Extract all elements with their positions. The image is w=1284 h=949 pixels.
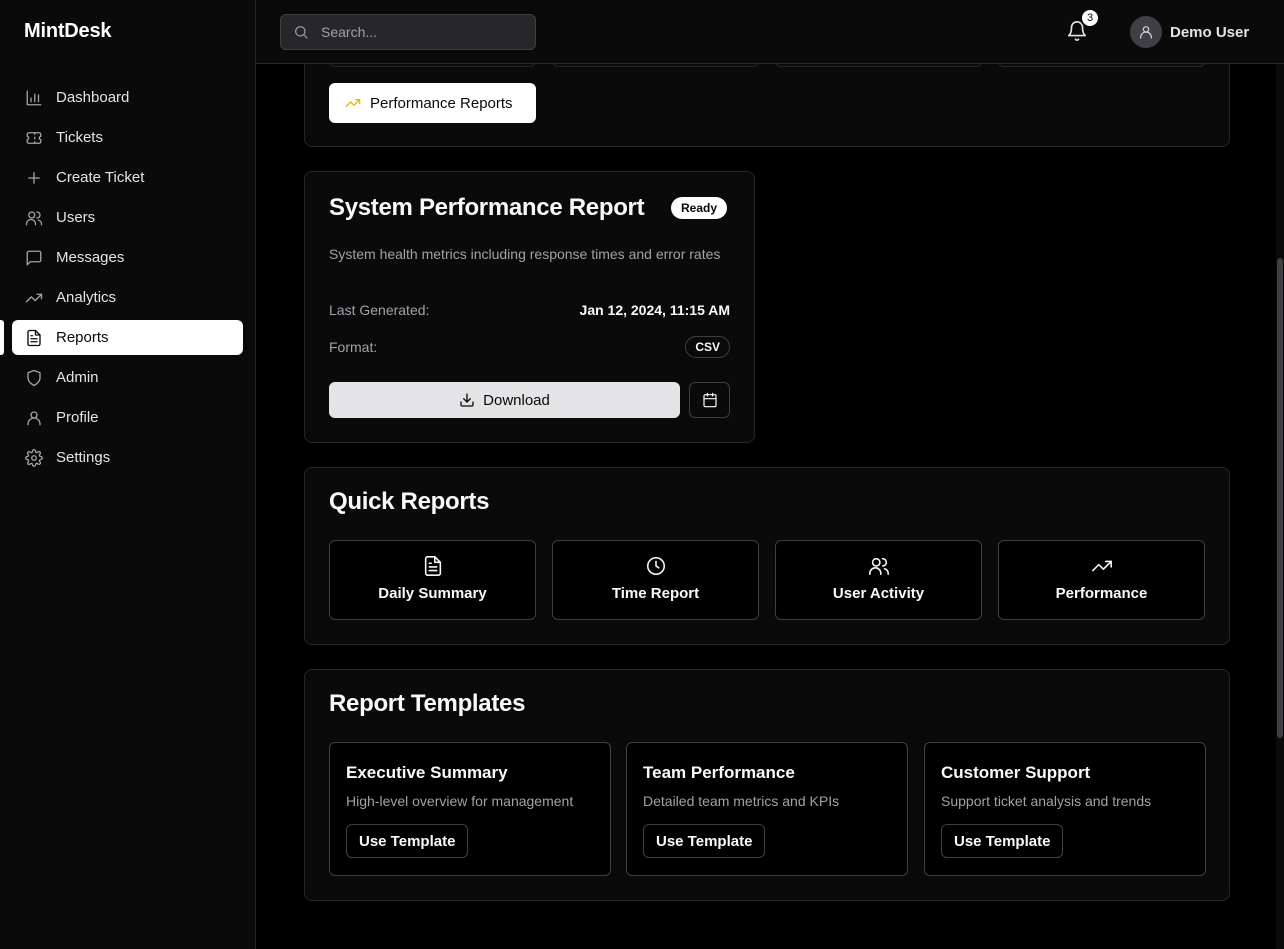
template-title: Customer Support: [941, 763, 1091, 782]
shield-icon: [24, 368, 44, 388]
format-label: Format:: [329, 339, 378, 355]
main-content: Performance Reports System Performance R…: [256, 64, 1284, 949]
sidebar-item-admin[interactable]: Admin: [12, 360, 243, 395]
template-card-customer-support: Customer Support Support ticket analysis…: [924, 742, 1206, 876]
report-templates-card: Report Templates Executive Summary High-…: [304, 669, 1230, 901]
sidebar-item-tickets[interactable]: Tickets: [12, 120, 243, 155]
app-logo[interactable]: MintDesk: [24, 20, 112, 43]
download-button[interactable]: Download: [329, 382, 680, 418]
quick-report-label: Daily Summary: [378, 585, 487, 602]
bar-chart-icon: [24, 88, 44, 108]
quick-report-time-report[interactable]: Time Report: [552, 540, 759, 620]
quick-report-label: Time Report: [611, 585, 700, 602]
sidebar-item-label: Profile: [56, 409, 99, 426]
quick-reports-card: Quick Reports Daily Summary Time Report …: [304, 467, 1230, 645]
download-label: Download: [483, 391, 550, 409]
last-generated-label: Last Generated:: [329, 302, 430, 318]
category-tab[interactable]: [329, 64, 536, 67]
user-icon: [1140, 26, 1152, 39]
sidebar-item-profile[interactable]: Profile: [12, 400, 243, 435]
sidebar-item-label: Tickets: [56, 129, 103, 146]
report-description: System health metrics including response…: [329, 246, 721, 262]
search-box[interactable]: [280, 14, 536, 50]
search-icon: [293, 24, 309, 40]
template-title: Team Performance: [643, 763, 795, 782]
file-text-icon: [422, 555, 444, 577]
sidebar-item-label: Analytics: [56, 289, 117, 306]
plus-icon: [24, 168, 44, 188]
report-card: System Performance Report Ready System h…: [304, 171, 755, 443]
quick-report-performance[interactable]: Performance: [998, 540, 1205, 620]
top-header: 3 Demo User: [256, 0, 1284, 64]
template-card-team-performance: Team Performance Detailed team metrics a…: [626, 742, 908, 876]
sidebar-item-label: Settings: [56, 449, 111, 466]
clock-icon: [645, 555, 667, 577]
quick-report-daily-summary[interactable]: Daily Summary: [329, 540, 536, 620]
use-template-button[interactable]: Use Template: [346, 824, 469, 858]
category-tab[interactable]: [775, 64, 982, 67]
sidebar-item-users[interactable]: Users: [12, 200, 243, 235]
sidebar-item-settings[interactable]: Settings: [12, 440, 243, 475]
sidebar: MintDesk Dashboard Tickets Create Ticket…: [0, 0, 256, 949]
performance-reports-button[interactable]: Performance Reports: [329, 83, 536, 123]
quick-report-label: User Activity: [832, 585, 925, 602]
file-text-icon: [24, 328, 44, 348]
sidebar-item-label: Messages: [56, 249, 125, 266]
sidebar-item-label: Users: [56, 209, 96, 226]
notification-badge: 3: [1080, 8, 1100, 28]
quick-reports-title: Quick Reports: [329, 488, 490, 515]
sidebar-item-label: Reports: [56, 329, 109, 346]
category-tab[interactable]: [998, 64, 1205, 67]
trending-up-icon: [345, 95, 361, 111]
sidebar-nav: Dashboard Tickets Create Ticket Users Me…: [12, 80, 243, 480]
avatar: [1130, 16, 1162, 48]
user-name: Demo User: [1170, 23, 1250, 41]
template-title: Executive Summary: [346, 763, 508, 782]
message-icon: [24, 248, 44, 268]
user-menu[interactable]: Demo User: [1130, 16, 1249, 48]
sidebar-item-reports[interactable]: Reports: [12, 320, 243, 355]
use-template-button[interactable]: Use Template: [643, 824, 766, 858]
template-description: High-level overview for management: [346, 793, 574, 809]
search-input[interactable]: [321, 24, 511, 40]
report-templates-title: Report Templates: [329, 690, 526, 717]
sidebar-item-label: Create Ticket: [56, 169, 145, 186]
users-icon: [24, 208, 44, 228]
users-icon: [868, 555, 890, 577]
template-description: Detailed team metrics and KPIs: [643, 793, 840, 809]
report-categories-card: Performance Reports: [304, 64, 1230, 147]
format-badge: CSV: [685, 336, 730, 358]
sidebar-item-label: Dashboard: [56, 89, 130, 106]
status-badge: Ready: [671, 197, 728, 219]
sidebar-item-label: Admin: [56, 369, 99, 386]
gear-icon: [24, 448, 44, 468]
quick-report-user-activity[interactable]: User Activity: [775, 540, 982, 620]
sidebar-item-dashboard[interactable]: Dashboard: [12, 80, 243, 115]
scrollbar-thumb[interactable]: [1277, 258, 1283, 738]
template-description: Support ticket analysis and trends: [941, 793, 1152, 809]
report-title: System Performance Report: [329, 194, 645, 221]
quick-report-label: Performance: [1055, 585, 1148, 602]
trending-up-icon: [1091, 555, 1113, 577]
sidebar-item-messages[interactable]: Messages: [12, 240, 243, 275]
download-icon: [459, 392, 475, 408]
template-card-executive-summary: Executive Summary High-level overview fo…: [329, 742, 611, 876]
use-template-button[interactable]: Use Template: [941, 824, 1064, 858]
ticket-icon: [24, 128, 44, 148]
trending-up-icon: [24, 288, 44, 308]
calendar-icon[interactable]: [689, 382, 730, 418]
active-nav-marker: [0, 320, 4, 355]
user-icon: [24, 408, 44, 428]
performance-reports-label: Performance Reports: [370, 94, 513, 112]
sidebar-item-create-ticket[interactable]: Create Ticket: [12, 160, 243, 195]
category-tab[interactable]: [552, 64, 759, 67]
sidebar-item-analytics[interactable]: Analytics: [12, 280, 243, 315]
last-generated-value: Jan 12, 2024, 11:15 AM: [579, 302, 730, 318]
